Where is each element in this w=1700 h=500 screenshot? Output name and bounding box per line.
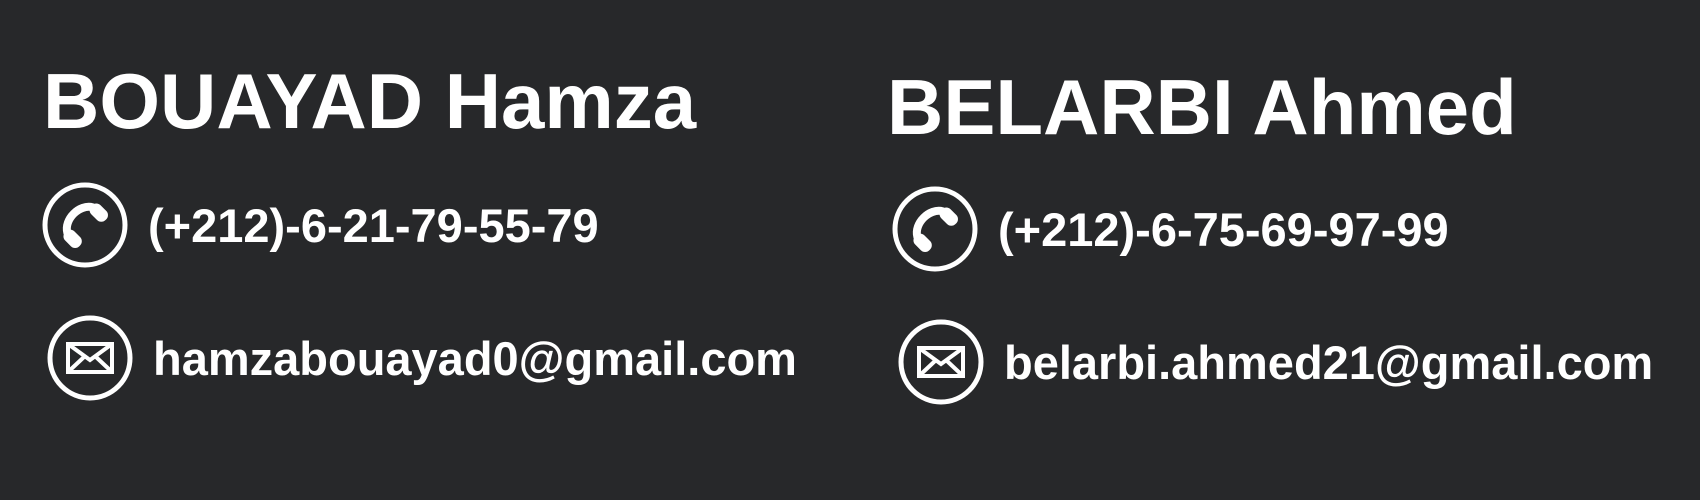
phone-icon [892,186,978,272]
phone-row: (+212)-6-75-69-97-99 [892,184,1449,274]
contact-name: BELARBI Ahmed [887,63,1517,151]
email-row: hamzabouayad0@gmail.com [47,313,797,403]
email-row: belarbi.ahmed21@gmail.com [898,317,1653,407]
contact-banner: BOUAYAD Hamza (+212)-6-21-79-55-79 hamza… [0,0,1700,500]
contact-card-bouayad: BOUAYAD Hamza (+212)-6-21-79-55-79 hamza… [0,0,850,500]
contact-card-belarbi: BELARBI Ahmed (+212)-6-75-69-97-99 belar… [850,0,1700,500]
envelope-icon [47,315,133,401]
contact-name: BOUAYAD Hamza [43,57,697,145]
phone-number: (+212)-6-75-69-97-99 [998,202,1449,256]
email-address: hamzabouayad0@gmail.com [153,331,797,385]
envelope-icon [898,319,984,405]
phone-row: (+212)-6-21-79-55-79 [42,180,599,270]
phone-number: (+212)-6-21-79-55-79 [148,198,599,252]
phone-icon [42,182,128,268]
email-address: belarbi.ahmed21@gmail.com [1004,335,1654,389]
